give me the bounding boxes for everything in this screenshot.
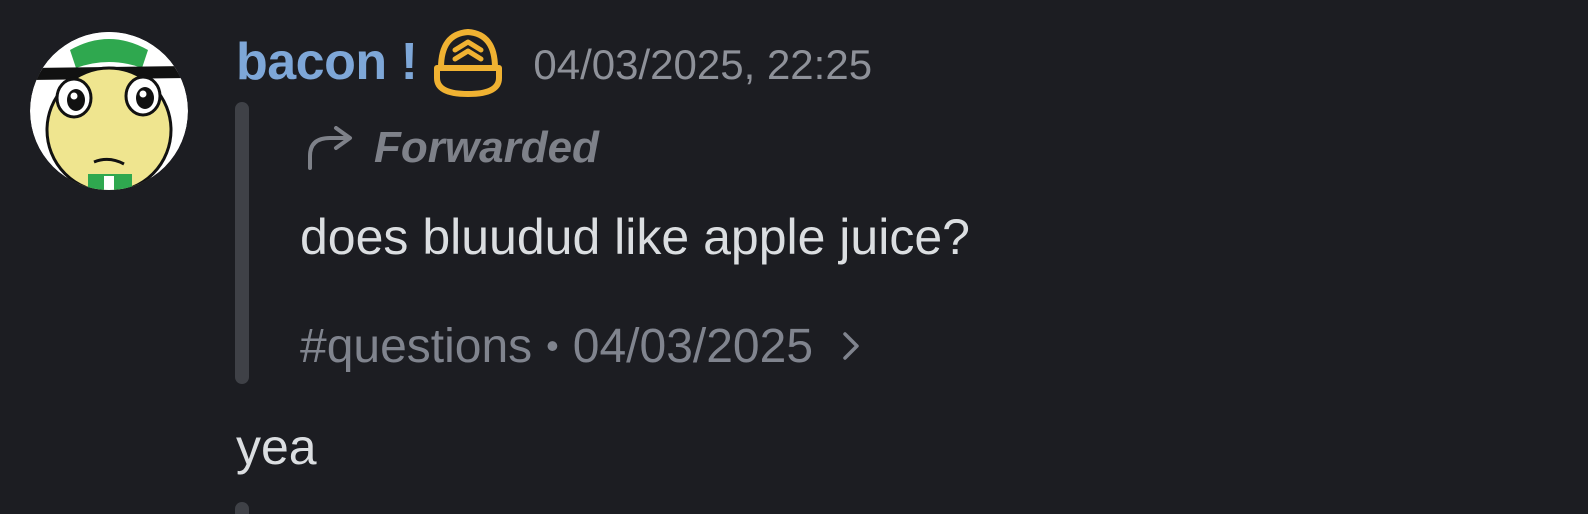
source-separator: • (546, 325, 559, 366)
source-date[interactable]: 04/03/2025 (573, 319, 813, 374)
forwarded-indicator: Forwarded (304, 118, 599, 178)
forward-arrow-icon (308, 126, 352, 170)
helmet-chevron-badge-icon[interactable] (431, 26, 505, 98)
user-avatar[interactable] (30, 32, 188, 190)
forwarded-message-text: does bluudud like apple juice? (300, 209, 970, 265)
next-quote-bar (235, 502, 249, 514)
chevron-right-icon[interactable] (841, 330, 861, 362)
message-text: yea (236, 419, 317, 475)
avatar-cartoon-face-icon (30, 32, 188, 190)
forwarded-label: Forwarded (374, 123, 599, 172)
message-timestamp[interactable]: 04/03/2025, 22:25 (533, 41, 872, 89)
username[interactable]: bacon ! (236, 32, 418, 92)
chat-message: bacon ! 04/03/2025, 22:25 Forwarded does… (0, 0, 1588, 514)
forwarded-source-link[interactable]: #questions • 04/03/2025 (300, 314, 861, 378)
message-header: bacon ! 04/03/2025, 22:25 (236, 24, 872, 100)
source-channel[interactable]: #questions (300, 319, 532, 374)
forwarded-quote-bar (235, 102, 249, 384)
